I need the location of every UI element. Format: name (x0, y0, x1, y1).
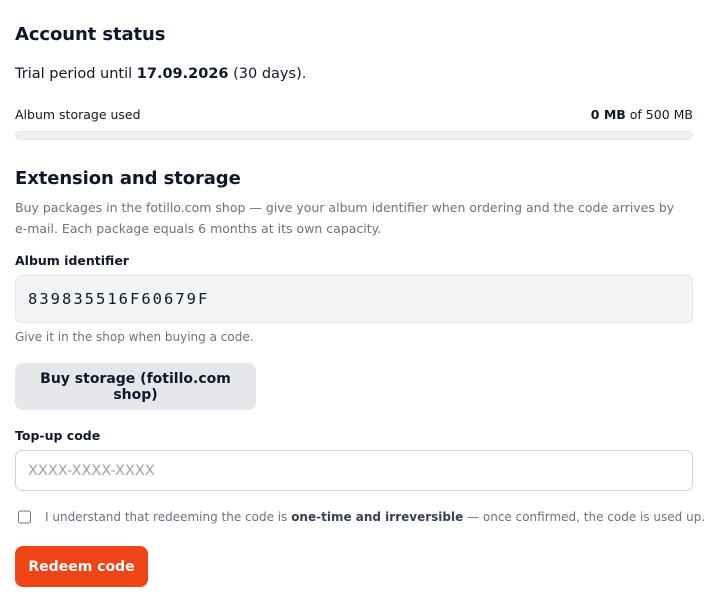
trial-period-text: Trial period until 17.09.2026 (30 days). (15, 66, 306, 82)
album-id-field[interactable]: 839835516F60679F (15, 275, 693, 323)
redeem-code-button[interactable]: Redeem code (15, 546, 148, 587)
account-status-heading: Account status (15, 24, 166, 45)
storage-label: Album storage used (15, 107, 141, 122)
trial-prefix: Trial period until (15, 66, 137, 82)
album-id-value: 839835516F60679F (28, 290, 210, 308)
confirm-bold: one-time and irreversible (291, 510, 464, 524)
trial-suffix: (30 days). (228, 66, 307, 82)
storage-used: 0 MB (590, 107, 626, 122)
confirm-checkbox[interactable] (18, 510, 31, 524)
album-id-hint: Give it in the shop when buying a code. (15, 330, 254, 344)
topup-code-label: Top-up code (15, 428, 101, 443)
storage-value: 0 MB of 500 MB (591, 107, 693, 122)
storage-capacity: of 500 MB (625, 107, 693, 122)
confirm-prefix: I understand that redeeming the code is (45, 510, 292, 524)
storage-usage-row: Album storage used 0 MB of 500 MB (15, 107, 693, 122)
storage-progress-bar (15, 131, 693, 140)
extension-heading: Extension and storage (15, 168, 241, 189)
confirm-text: I understand that redeeming the code is … (45, 510, 705, 524)
buy-storage-button[interactable]: Buy storage (fotillo.com shop) (15, 363, 256, 410)
album-id-label: Album identifier (15, 253, 129, 268)
trial-date: 17.09.2026 (136, 66, 229, 82)
extension-description: Buy packages in the fotillo.com shop — g… (15, 200, 675, 236)
topup-code-input[interactable] (15, 450, 693, 491)
confirm-irreversible-row[interactable]: I understand that redeeming the code is … (15, 510, 705, 524)
confirm-suffix: — once confirmed, the code is used up. (463, 510, 706, 524)
